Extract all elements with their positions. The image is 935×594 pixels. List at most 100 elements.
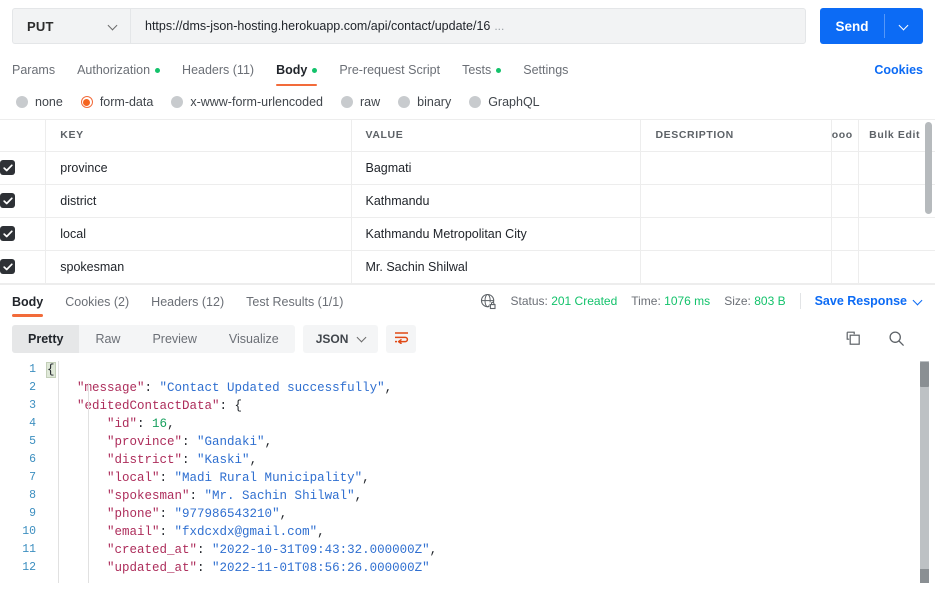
body-type-none[interactable]: none xyxy=(16,95,63,109)
body-type-x-www-form-urlencoded[interactable]: x-www-form-urlencoded xyxy=(171,95,323,109)
row-key-cell[interactable]: local xyxy=(45,217,352,251)
request-url-input[interactable]: https://dms-json-hosting.herokuapp.com/a… xyxy=(130,8,806,44)
response-tab-cookies[interactable]: Cookies (2) xyxy=(54,295,140,317)
row-description-cell[interactable] xyxy=(640,151,832,185)
radio-label: GraphQL xyxy=(488,95,540,109)
response-tab-test-results[interactable]: Test Results (1/1) xyxy=(235,295,354,317)
body-type-raw[interactable]: raw xyxy=(341,95,380,109)
response-format-select[interactable]: JSON xyxy=(302,324,379,353)
row-spacer xyxy=(831,184,860,218)
form-data-table: KEY VALUE DESCRIPTION ooo Bulk Edit prov… xyxy=(0,120,935,284)
time-value: 1076 ms xyxy=(664,294,711,308)
tab-pre-request-script[interactable]: Pre-request Script xyxy=(328,63,451,86)
response-viewer-toolbar: Pretty Raw Preview Visualize JSON xyxy=(0,317,935,361)
response-tab-body[interactable]: Body xyxy=(12,295,54,317)
checkbox-checked-icon[interactable] xyxy=(0,160,15,176)
word-wrap-button[interactable] xyxy=(386,324,417,353)
row-value-cell[interactable]: Bagmati xyxy=(351,151,642,185)
tab-label: Headers (12) xyxy=(151,294,225,309)
row-description-cell[interactable] xyxy=(640,184,832,218)
send-options-button[interactable] xyxy=(885,8,923,44)
save-response-button[interactable]: Save Response xyxy=(815,294,923,308)
row-spacer xyxy=(858,151,935,185)
response-tab-headers[interactable]: Headers (12) xyxy=(140,295,235,317)
response-format-label: JSON xyxy=(315,331,349,346)
line-number: 2 xyxy=(29,381,36,394)
checkbox-checked-icon[interactable] xyxy=(0,259,15,275)
tab-label: Body xyxy=(276,63,308,77)
search-icon[interactable] xyxy=(888,330,905,347)
table-options-button[interactable]: ooo xyxy=(831,120,860,152)
viewer-mode-raw[interactable]: Raw xyxy=(79,325,136,353)
bulk-edit-button[interactable]: Bulk Edit xyxy=(858,120,935,152)
tab-settings[interactable]: Settings xyxy=(512,63,579,86)
radio-icon xyxy=(341,96,353,108)
code-line: 12 "updated_at": "2022-11-01T08:56:26.00… xyxy=(0,559,935,577)
body-type-graphql[interactable]: GraphQL xyxy=(469,95,540,109)
code-vertical-scrollbar-thumb[interactable] xyxy=(920,361,929,387)
http-method-select[interactable]: PUT xyxy=(12,8,130,44)
header-value: VALUE xyxy=(351,120,642,152)
form-data-table-container: KEY VALUE DESCRIPTION ooo Bulk Edit prov… xyxy=(0,119,935,284)
line-number: 1 xyxy=(29,363,36,376)
viewer-mode-pretty[interactable]: Pretty xyxy=(12,324,80,353)
header-key: KEY xyxy=(45,120,352,152)
row-description-cell[interactable] xyxy=(640,250,832,284)
row-key-cell[interactable]: province xyxy=(45,151,352,185)
code-scrollbar-bottom-marker[interactable] xyxy=(920,568,929,583)
checkbox-checked-icon[interactable] xyxy=(0,226,15,242)
viewer-action-icons xyxy=(845,330,923,347)
radio-label: none xyxy=(35,95,63,109)
cookies-link[interactable]: Cookies xyxy=(874,63,923,86)
tab-body[interactable]: Body xyxy=(265,63,328,86)
active-tab-underline xyxy=(276,83,318,86)
table-vertical-scrollbar[interactable] xyxy=(925,122,932,214)
row-description-cell[interactable] xyxy=(640,217,832,251)
row-checkbox-cell[interactable] xyxy=(0,184,47,218)
code-text: "local": "Madi Rural Municipality", xyxy=(107,470,370,485)
chevron-down-icon xyxy=(109,22,118,31)
checkbox-checked-icon[interactable] xyxy=(0,193,15,209)
globe-lock-icon[interactable] xyxy=(480,293,497,310)
line-number: 12 xyxy=(22,561,36,574)
row-checkbox-cell[interactable] xyxy=(0,151,47,185)
row-checkbox-cell[interactable] xyxy=(0,250,47,284)
size-value: 803 B xyxy=(754,294,786,308)
tab-headers[interactable]: Headers (11) xyxy=(171,63,265,86)
table-row: spokesman Mr. Sachin Shilwal xyxy=(0,250,935,284)
row-value-cell[interactable]: Kathmandu Metropolitan City xyxy=(351,217,642,251)
row-checkbox-cell[interactable] xyxy=(0,217,47,251)
size-label: Size: xyxy=(724,294,751,308)
key-text: province xyxy=(60,160,108,175)
tab-tests[interactable]: Tests xyxy=(451,63,512,86)
divider xyxy=(799,293,801,309)
row-value-cell[interactable]: Mr. Sachin Shilwal xyxy=(351,250,642,284)
viewer-mode-preview[interactable]: Preview xyxy=(136,325,212,353)
code-text: "created_at": "2022-10-31T09:43:32.00000… xyxy=(107,542,438,557)
body-type-binary[interactable]: binary xyxy=(398,95,451,109)
tab-authorization[interactable]: Authorization xyxy=(66,63,171,86)
size-badge: Size: 803 B xyxy=(724,294,785,308)
response-body-code-viewer[interactable]: 1{2 "message": "Contact Updated successf… xyxy=(0,360,935,583)
send-button[interactable]: Send xyxy=(820,8,884,44)
chevron-down-icon xyxy=(914,297,923,306)
tab-params[interactable]: Params xyxy=(12,63,66,86)
value-text: Mr. Sachin Shilwal xyxy=(365,259,468,274)
radio-selected-icon xyxy=(80,96,93,108)
body-type-form-data[interactable]: form-data xyxy=(80,95,153,109)
row-spacer xyxy=(858,217,935,251)
code-line: 8 "spokesman": "Mr. Sachin Shilwal", xyxy=(0,487,935,505)
tab-label: Pre-request Script xyxy=(339,63,441,77)
copy-icon[interactable] xyxy=(845,330,862,347)
code-line: 2 "message": "Contact Updated successful… xyxy=(0,379,935,397)
line-number: 5 xyxy=(29,435,36,448)
row-value-cell[interactable]: Kathmandu xyxy=(351,184,642,218)
status-dot-icon xyxy=(496,67,502,73)
code-lines-container: 1{2 "message": "Contact Updated successf… xyxy=(0,361,935,577)
word-wrap-icon xyxy=(394,331,409,347)
code-vertical-scrollbar-track[interactable] xyxy=(920,360,929,583)
viewer-mode-visualize[interactable]: Visualize xyxy=(213,325,295,353)
row-key-cell[interactable]: district xyxy=(45,184,352,218)
tab-label: Body xyxy=(12,294,44,309)
row-key-cell[interactable]: spokesman xyxy=(45,250,352,284)
